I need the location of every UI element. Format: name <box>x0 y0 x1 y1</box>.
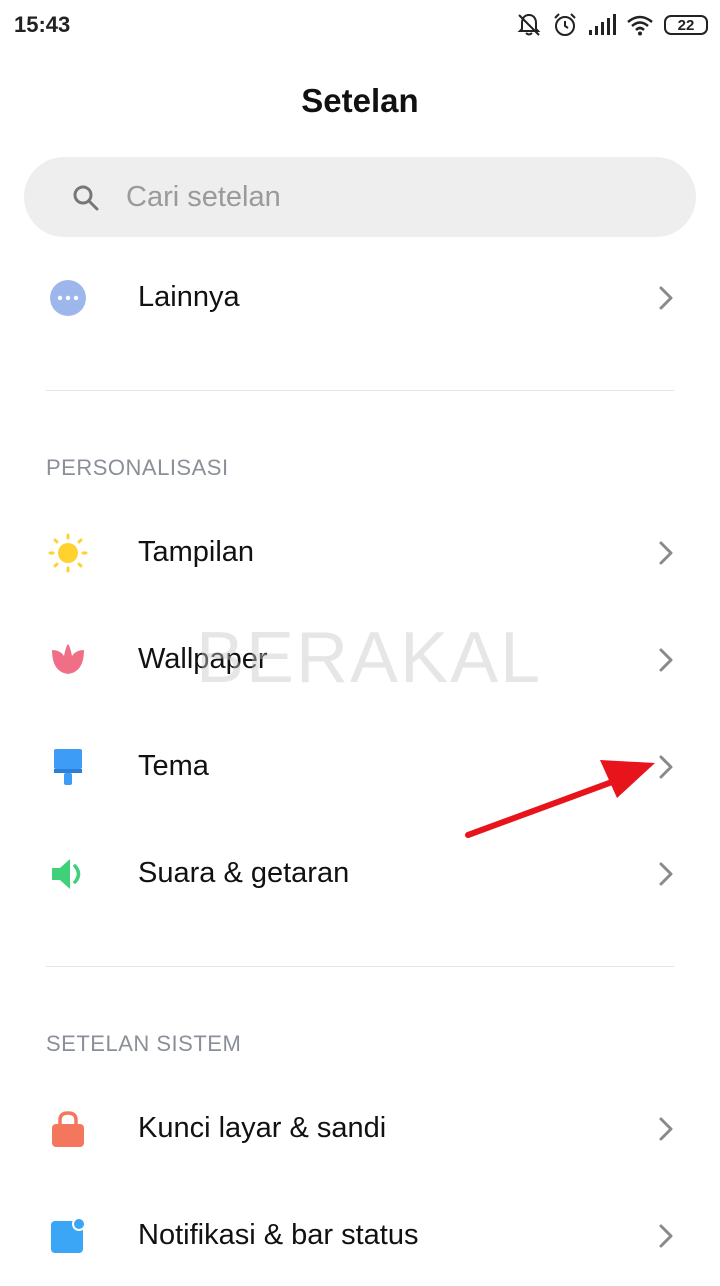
annotation-arrow <box>465 760 655 838</box>
